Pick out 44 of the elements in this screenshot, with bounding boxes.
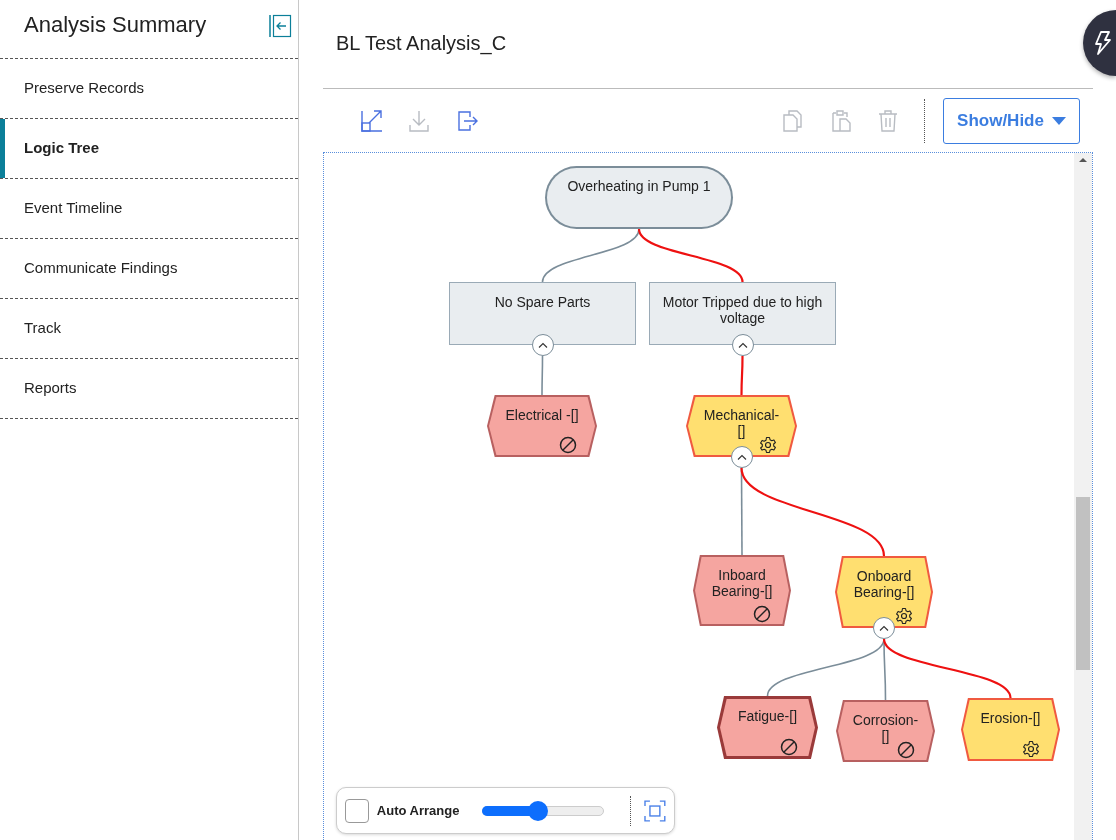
event-node[interactable]: Motor Tripped due to high voltage: [649, 282, 836, 345]
collapse-panel-icon[interactable]: [268, 14, 292, 38]
fit-to-screen-icon[interactable]: [644, 799, 666, 822]
sidebar-item[interactable]: Track: [0, 299, 298, 359]
hypothesis-node[interactable]: Erosion-[]: [961, 698, 1060, 761]
sidebar-item[interactable]: Event Timeline: [0, 179, 298, 239]
hypothesis-node[interactable]: Mechanical-[]: [686, 395, 797, 457]
sidebar-item[interactable]: Reports: [0, 359, 298, 419]
auto-arrange-label: Auto Arrange: [376, 801, 460, 820]
hypothesis-node[interactable]: Electrical -[]: [487, 395, 597, 457]
chevron-icon: [736, 454, 747, 460]
sidebar-item[interactable]: Preserve Records: [0, 59, 298, 119]
chevron-icon: [537, 342, 548, 348]
ruled-out-icon: [780, 738, 798, 756]
gear-icon: [759, 436, 777, 454]
ruled-out-icon: [897, 741, 915, 759]
root-node[interactable]: Overheating in Pump 1: [545, 166, 733, 229]
expand-button[interactable]: [359, 108, 383, 133]
event-node[interactable]: No Spare Parts: [449, 282, 636, 345]
caret-icon: [1051, 116, 1066, 125]
sidebar-title: Analysis Summary: [24, 11, 207, 39]
chevron-icon: [737, 342, 748, 348]
lightning-icon: [1093, 31, 1111, 56]
ruled-out-icon: [559, 436, 577, 454]
show-hide-button[interactable]: Show/Hide: [943, 97, 1080, 144]
zoom-slider[interactable]: [482, 800, 605, 821]
export-button[interactable]: [455, 108, 479, 133]
hypothesis-node[interactable]: Inboard Bearing-[]: [693, 555, 791, 626]
hypothesis-node[interactable]: Fatigue-[]: [717, 696, 818, 759]
ruled-out-icon: [753, 605, 771, 623]
hypothesis-node[interactable]: Corrosion-[]: [836, 700, 935, 762]
zoom-slider-thumb[interactable]: [528, 800, 549, 821]
analysis-title: BL Test Analysis_C: [336, 31, 508, 57]
collapse-toggle-button[interactable]: [873, 617, 895, 639]
scrollbar-thumb[interactable]: [1076, 497, 1090, 670]
hypothesis-node[interactable]: Onboard Bearing-[]: [835, 556, 933, 628]
gear-icon: [895, 607, 913, 625]
chevron-icon: [879, 625, 889, 631]
scrollbar[interactable]: [1074, 153, 1092, 840]
sidebar-item[interactable]: Logic Tree: [0, 119, 298, 179]
gear-icon: [1022, 740, 1040, 758]
quick-action-button[interactable]: [1083, 10, 1116, 76]
auto-arrange-checkbox[interactable]: [345, 798, 369, 823]
sidebar-item[interactable]: Communicate Findings: [0, 239, 298, 299]
